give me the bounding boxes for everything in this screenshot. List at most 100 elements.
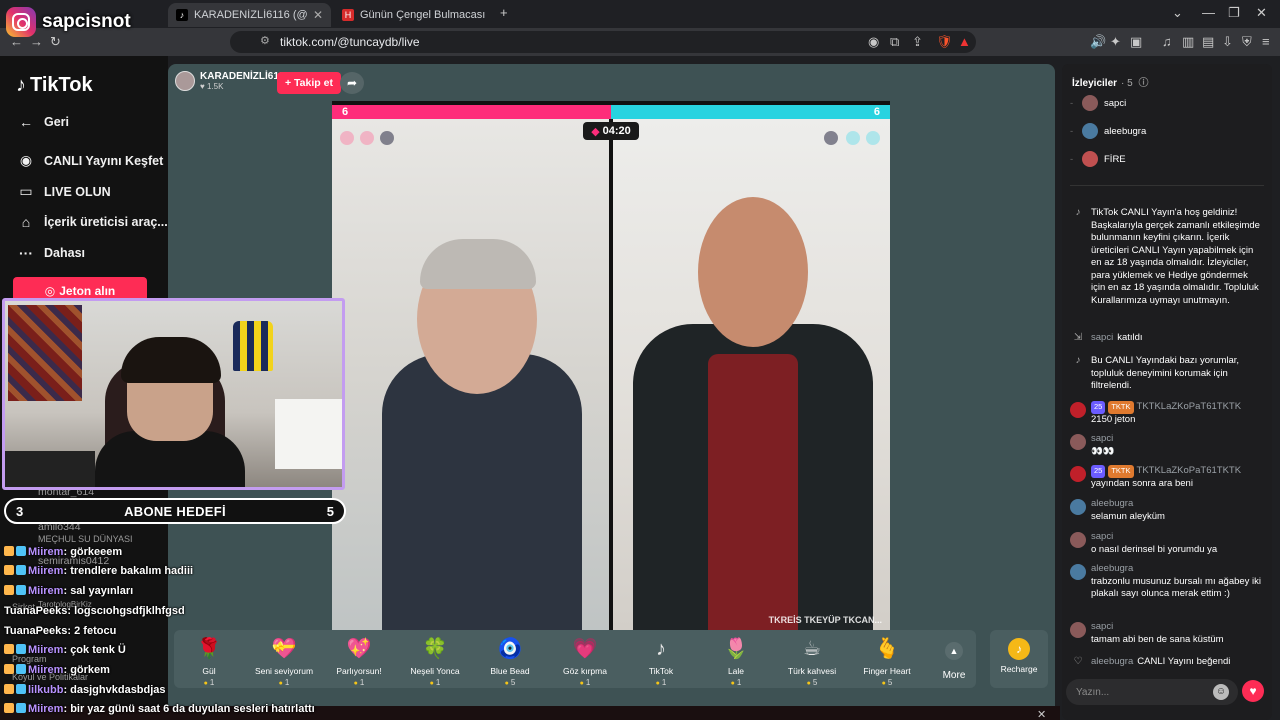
gift-item[interactable]: 💝Seni seviyorum1 (249, 636, 319, 687)
avatar[interactable] (1070, 564, 1086, 580)
gift-item[interactable]: 🌷Lale1 (701, 636, 771, 687)
viewer-row[interactable]: - FİRE (1070, 151, 1126, 167)
window-close-icon[interactable]: ✕ (1256, 5, 1267, 21)
overlay-chat-line: Miirem: çok tenk Ü (4, 644, 126, 656)
music-icon[interactable]: ♫ (1162, 34, 1172, 50)
avatar[interactable] (1070, 466, 1086, 482)
download-icon[interactable]: ⇩ (1222, 34, 1233, 50)
host-info[interactable]: KARADENİZLİ6116 ♥ 1.5K (175, 71, 289, 91)
avatar[interactable] (1070, 402, 1086, 418)
supporter-slot[interactable] (340, 131, 354, 145)
open-in-icon[interactable]: ⧉ (890, 34, 899, 50)
viewer-row[interactable]: - aleebugra (1070, 123, 1146, 139)
tiktok-icon: ♪ (1075, 355, 1081, 366)
sidebar-item-label: LIVE OLUN (44, 184, 111, 199)
browser-tab-bulmaca[interactable]: H Günün Çengel Bulmacası| HT Bulmaca (334, 3, 494, 27)
system-message: ♪ TikTok CANLI Yayın'a hoş geldiniz! Baş… (1070, 207, 1264, 307)
brave-shield-icon[interactable]: 🛡 (936, 34, 953, 50)
tiktok-icon: ♪ (176, 9, 188, 21)
battle-icon: ◆ (591, 125, 600, 138)
overlay-chat-line: TuanaPeeks: logscıohgsdfjklhfgsd (4, 605, 185, 617)
sidebar-item-go-live[interactable]: ▭ LIVE OLUN (16, 183, 111, 200)
cast-icon[interactable]: ◉ (868, 34, 879, 50)
browser-tab-tiktok[interactable]: ♪ KARADENİZLİ6116 (@tuncaydb) ✕ (168, 3, 331, 27)
gift-item[interactable]: 💗Göz kırpma1 (550, 636, 620, 687)
gift-item[interactable]: 💖Parlıyorsun!1 (324, 636, 394, 687)
gift-item[interactable]: 🫰Finger Heart5 (852, 636, 922, 687)
avatar[interactable] (1070, 532, 1086, 548)
sub-badge-icon (4, 684, 14, 694)
tiktok-icon: ♪ (1075, 207, 1081, 218)
avatar[interactable] (1070, 622, 1086, 638)
chat-message[interactable]: aleebugra trabzonlu musunuz bursalı mı ağ… (1070, 563, 1264, 601)
avatar[interactable] (1070, 499, 1086, 515)
sidebar-item-creator-tools[interactable]: ⌂ İçerik üreticisi araç... (16, 214, 168, 230)
sidebar-item-label: CANLI Yayını Keşfet (44, 153, 164, 168)
rewards-icon[interactable]: ▲ (958, 34, 971, 50)
left-person-hair (420, 239, 536, 289)
share-icon[interactable]: ➦ (340, 72, 364, 94)
sidebar-item-more[interactable]: ··· Dahası (16, 245, 85, 261)
sidebar-toggle-icon[interactable]: ▥ (1182, 34, 1194, 50)
gift-item[interactable]: 🍀Neşeli Yonca1 (400, 636, 470, 687)
tab-title: KARADENİZLİ6116 (@tuncaydb) (194, 9, 307, 21)
gift-item[interactable]: ☕Türk kahvesi5 (777, 636, 847, 687)
minimize-icon[interactable]: — (1202, 5, 1215, 20)
menu-icon[interactable]: ≡ (1262, 34, 1270, 50)
sidebar-item-back[interactable]: ← Geri (16, 114, 69, 130)
supporter-avatar[interactable] (824, 131, 838, 145)
right-person-shirt (708, 354, 798, 631)
tiktok-logo[interactable]: ♪ TikTok (16, 74, 93, 97)
left-camera (332, 119, 609, 631)
finger-heart-icon: 🫰 (874, 638, 900, 660)
close-icon[interactable]: ✕ (313, 8, 323, 22)
tab-search-icon[interactable]: ⌄ (1172, 5, 1183, 21)
supporter-slot[interactable] (866, 131, 880, 145)
heart-outline-icon: ♡ (1073, 656, 1083, 667)
share-page-icon[interactable]: ⇪ (912, 34, 923, 50)
join-icon: ⇲ (1073, 332, 1083, 343)
gift-item[interactable]: 🌹Gül1 (174, 636, 244, 687)
new-tab-icon[interactable]: + (500, 5, 508, 20)
address-bar[interactable]: ⚙ tiktok.com/@tuncaydb/live (230, 31, 976, 53)
gift-item[interactable]: ♪TikTok1 (626, 636, 696, 687)
supporter-avatar[interactable] (380, 131, 394, 145)
viewers-title: İzleyiciler · 5 ⓘ (1072, 78, 1149, 89)
supporter-slot[interactable] (360, 131, 374, 145)
vpn-icon[interactable]: ⛨ (1242, 34, 1252, 50)
audio-icon[interactable]: 🔊 (1090, 34, 1106, 50)
viewer-count: · 5 (1121, 78, 1133, 89)
more-gifts-button[interactable]: ▲ More (936, 640, 972, 681)
overlay-chat-line: Miirem: bir yaz günü saat 6 da duyulan s… (4, 703, 315, 715)
follow-button[interactable]: + Takip et (277, 72, 341, 94)
extensions-icon[interactable]: ✦ (1110, 34, 1121, 50)
wallet-icon[interactable]: ▤ (1202, 34, 1214, 50)
recharge-button[interactable]: ♪ Recharge (990, 630, 1048, 688)
maximize-icon[interactable]: ❐ (1228, 5, 1240, 21)
avatar[interactable] (1070, 434, 1086, 450)
instagram-handle: sapcisnot (42, 11, 131, 32)
chat-message[interactable]: 25 TKTK TKTKLaZKoPaT61TKTK 2150 jeton (1070, 401, 1264, 426)
chat-message[interactable]: sapci 👀👀 (1070, 433, 1264, 458)
chat-message[interactable]: 25 TKTK TKTKLaZKoPaT61TKTK yayından sonra a… (1070, 465, 1264, 490)
site-info-icon[interactable]: ⚙ (260, 34, 270, 47)
overlay-chat-line: lilkubb: dasjghvkdasbdjas (4, 684, 166, 696)
fan-badge: TKTK (1108, 401, 1134, 414)
sidebar-item-live-explore[interactable]: ◉ CANLI Yayını Keşfet (16, 152, 163, 169)
evil-eye-icon: 🧿 (497, 638, 523, 660)
rose-icon: 🌹 (196, 638, 222, 660)
system-message: ♪ Bu CANLI Yayındaki bazı yorumlar, topl… (1070, 355, 1264, 393)
gift-item[interactable]: 🧿Blue Bead5 (475, 636, 545, 687)
avatar[interactable] (175, 71, 195, 91)
info-icon[interactable]: ⓘ (1138, 78, 1148, 89)
screenshot-icon[interactable]: ▣ (1130, 34, 1142, 50)
chat-message[interactable]: aleebugra selamun aleyküm (1070, 498, 1264, 523)
emoji-icon[interactable]: ☺ (1213, 684, 1229, 700)
chat-message[interactable]: sapci o nasıl derinsel bi yorumdu ya (1070, 531, 1264, 556)
chat-message[interactable]: sapci tamam abi ben de sana küstüm (1070, 621, 1264, 646)
right-person-head (698, 197, 808, 347)
like-heart-icon[interactable]: ♥ (1242, 680, 1264, 702)
supporter-slot[interactable] (846, 131, 860, 145)
viewer-row[interactable]: - sapci (1070, 95, 1126, 111)
close-icon[interactable]: ✕ (1037, 708, 1046, 720)
